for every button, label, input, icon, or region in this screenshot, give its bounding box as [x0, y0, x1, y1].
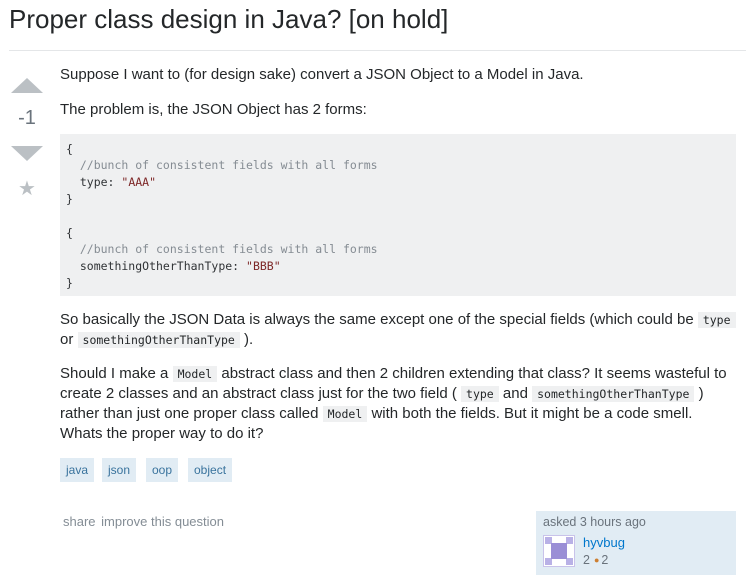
upvote-arrow-icon[interactable] — [11, 78, 43, 93]
paragraph-problem: The problem is, the JSON Object has 2 fo… — [60, 101, 367, 118]
avatar-pattern — [566, 558, 573, 565]
code-comment: //bunch of consistent fields with all fo… — [66, 158, 378, 172]
bronze-badge-count: 2 — [601, 553, 609, 567]
code-line: somethingOtherThanType: "BBB" — [66, 258, 281, 275]
text-span: Should I make a — [60, 365, 173, 382]
text-span: So basically the JSON Data is always the… — [60, 311, 698, 328]
code-key: somethingOtherThanType: — [66, 259, 247, 273]
share-link[interactable]: share — [63, 514, 96, 529]
avatar-pattern — [545, 558, 552, 565]
user-name-link[interactable]: hyvbug — [583, 535, 625, 550]
inline-code: type — [461, 386, 499, 402]
code-comment: //bunch of consistent fields with all fo… — [66, 242, 378, 256]
inline-code: somethingOtherThanType — [532, 386, 695, 402]
bronze-badge-icon: ● — [593, 555, 600, 565]
tag-java[interactable]: java — [60, 458, 95, 482]
avatar-pattern — [551, 543, 567, 559]
post-menu: share improve this question — [63, 512, 224, 532]
code-line: { — [66, 142, 73, 156]
paragraph-question: Should I make a Model abstract class and… — [60, 364, 736, 444]
inline-code: somethingOtherThanType — [77, 332, 240, 348]
title-divider — [9, 50, 746, 51]
favorite-star-icon[interactable]: ★ — [16, 176, 38, 201]
code-line: type: "AAA" — [66, 174, 156, 191]
code-block: { //bunch of consistent fields with all … — [60, 134, 736, 296]
asked-time: asked 3 hours ago — [543, 515, 646, 529]
code-string: "BBB" — [246, 259, 281, 273]
inline-code: type — [697, 312, 736, 328]
paragraph-intro: Suppose I want to (for design sake) conv… — [60, 66, 584, 83]
code-line: } — [66, 276, 73, 290]
tag-object[interactable]: object — [188, 458, 233, 482]
improve-question-link[interactable]: improve this question — [101, 514, 224, 529]
paragraph-explanation: So basically the JSON Data is always the… — [60, 310, 736, 350]
inline-code: Model — [172, 366, 218, 382]
tag-json[interactable]: json — [102, 458, 137, 482]
code-line: { — [66, 226, 73, 240]
reputation-score: 2 — [583, 553, 590, 567]
inline-code: Model — [322, 406, 368, 422]
text-span: or — [60, 331, 78, 348]
code-key: type: — [66, 175, 122, 189]
avatar[interactable] — [543, 535, 575, 567]
vote-count: -1 — [18, 107, 36, 129]
question-title[interactable]: Proper class design in Java? [on hold] — [9, 3, 448, 35]
avatar-pattern — [566, 537, 573, 544]
text-span: and — [498, 385, 533, 402]
downvote-arrow-icon[interactable] — [11, 146, 43, 161]
owner-card: asked 3 hours ago hyvbug 2 ● 2 — [536, 511, 736, 575]
code-line: } — [66, 192, 73, 206]
code-string: "AAA" — [121, 175, 157, 189]
tag-oop[interactable]: oop — [146, 458, 179, 482]
reputation: 2 ● 2 — [583, 553, 608, 567]
text-span: ). — [239, 331, 254, 348]
